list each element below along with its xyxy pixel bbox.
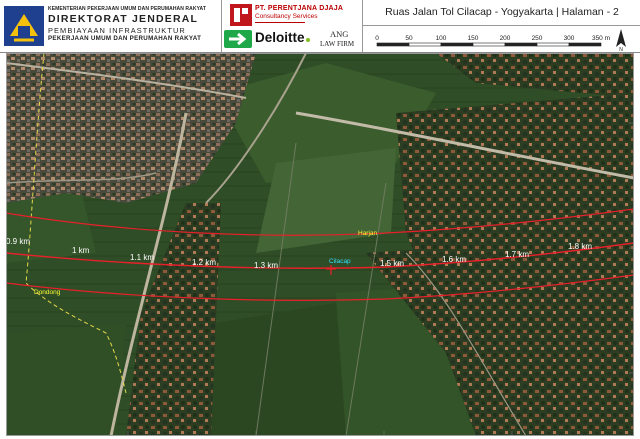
scale-tick-label: 300 <box>564 35 575 42</box>
perentjana-name: PT. PERENTJANA DJAJA <box>255 5 344 12</box>
ang-subtitle: LAW FIRM <box>320 40 355 48</box>
place-label-harjan: Harjan <box>358 230 378 237</box>
scale-segment <box>408 42 442 47</box>
deloitte-name: Deloitte <box>255 30 305 45</box>
km-label: 1.2 km <box>192 258 216 267</box>
scale-segment <box>472 42 506 47</box>
ministry-line1: KEMENTERIAN PEKERJAAN UMUM DAN PERUMAHAN… <box>48 6 207 12</box>
scale-segment <box>440 42 474 47</box>
satellite-map: 0.9 km 1 km 1.1 km 1.2 km 1.3 km 1.5 km … <box>6 53 634 436</box>
deloitte-dot-icon <box>305 38 310 42</box>
scale-tick-label: 100 <box>436 35 447 42</box>
ang-logo: ANG <box>330 29 349 39</box>
scale-tick-label: 50 <box>405 35 413 42</box>
partner-logos: PT. PERENTJANA DJAJA Consultancy Service… <box>221 0 361 52</box>
scale-tick-label: 200 <box>500 35 511 42</box>
km-label: 1.5 km <box>380 259 404 268</box>
map-title: Ruas Jalan Tol Cilacap - Yogyakarta | Ha… <box>385 6 619 18</box>
perentjana-subtitle: Consultancy Services <box>255 13 318 20</box>
ministry-text: KEMENTERIAN PEKERJAAN UMUM DAN PERUMAHAN… <box>48 7 218 42</box>
perentjana-logo <box>230 4 252 26</box>
scale-tick-label: 350 m <box>592 35 610 42</box>
title-block: Ruas Jalan Tol Cilacap - Yogyakarta | Ha… <box>362 0 640 52</box>
deloitte-logo: Deloitte <box>255 30 310 45</box>
km-label: 1.6 km <box>442 255 466 264</box>
km-label: 0.9 km <box>6 237 30 246</box>
place-label-cilacap: Cilacap <box>329 258 351 265</box>
ministry-line4: PEKERJAAN UMUM DAN PERUMAHAN RAKYAT <box>48 34 202 42</box>
ministry-line3: PEMBIAYAAN INFRASTRUKTUR <box>48 25 186 35</box>
km-label: 1.3 km <box>254 261 278 270</box>
title-divider <box>363 25 640 26</box>
scale-tick-label: 0 <box>375 35 379 42</box>
map-sheet: KEMENTERIAN PEKERJAAN UMUM DAN PERUMAHAN… <box>0 0 640 439</box>
scale-segment <box>504 42 538 47</box>
map-header: KEMENTERIAN PEKERJAAN UMUM DAN PERUMAHAN… <box>0 0 640 53</box>
scale-tick-label: 250 <box>532 35 543 42</box>
north-arrow-icon: N <box>616 29 626 52</box>
scale-segment <box>376 42 410 47</box>
km-label: 1.8 km <box>568 242 592 251</box>
km-label: 1.7 km <box>505 250 529 259</box>
km-label: 1 km <box>72 246 90 255</box>
place-label-dondong: Dondong <box>34 289 61 296</box>
arrow-logo-icon <box>224 30 252 48</box>
svg-text:N: N <box>619 47 623 52</box>
scale-segment <box>536 42 570 47</box>
perentjana-underline <box>255 22 305 23</box>
scale-bar: 0 50 100 150 200 250 300 350 m N <box>375 29 626 52</box>
km-label: 1.1 km <box>130 253 154 262</box>
scale-tick-label: 150 <box>468 35 479 42</box>
ministry-logo <box>4 6 44 46</box>
ministry-line2: DIREKTORAT JENDERAL <box>48 13 199 25</box>
scale-segment <box>568 42 602 47</box>
